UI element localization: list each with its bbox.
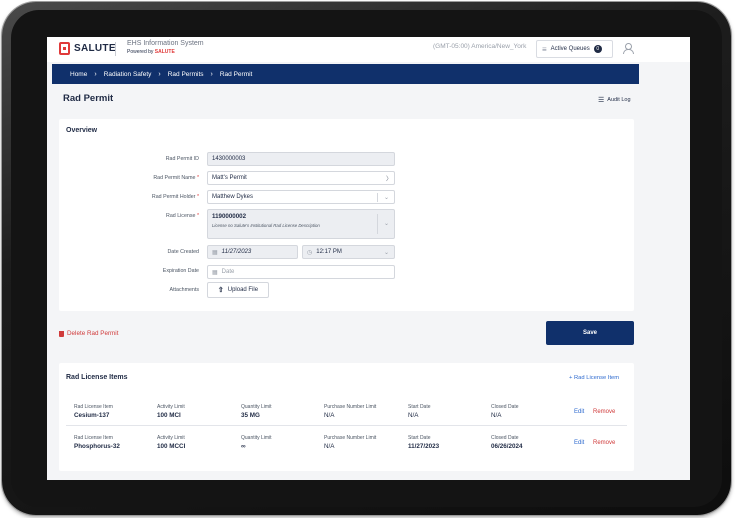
chevron-right-icon: ›: [158, 70, 161, 78]
license-items-title: Rad License Items: [66, 374, 128, 381]
overview-card: Overview Rad Permit ID 1430000003 Rad Pe…: [59, 119, 634, 311]
delete-permit-button[interactable]: Delete Rad Permit: [59, 330, 118, 337]
powered-brand: SALUTE: [154, 49, 175, 55]
calendar-icon: ▦: [212, 249, 218, 256]
chevron-down-icon: ⌄: [383, 195, 389, 201]
logo-text: SALUTE: [74, 43, 116, 54]
edit-item-button[interactable]: Edit: [574, 409, 584, 415]
license-items-card: Rad License Items + Rad License Item Rad…: [59, 363, 634, 471]
upload-icon: ⇧: [217, 287, 224, 294]
table-row: Rad License Item Cesium-137 Activity Limi…: [66, 396, 627, 426]
logo-divider: [115, 42, 116, 56]
edit-item-button[interactable]: Edit: [574, 440, 584, 446]
remove-item-button[interactable]: Remove: [593, 409, 615, 415]
chevron-down-icon: ⌄: [383, 250, 389, 256]
page-title: Rad Permit: [63, 93, 114, 104]
attachments-label: Attachments: [169, 287, 199, 293]
overview-title: Overview: [66, 127, 98, 134]
permit-id-label: Rad Permit ID: [165, 156, 199, 162]
chevron-right-icon: ›: [94, 70, 97, 78]
permit-name-label: Rad Permit Name *: [153, 175, 199, 181]
breadcrumb-rad-permits[interactable]: Rad Permits: [168, 71, 204, 78]
active-queues-count-badge: 0: [593, 45, 602, 53]
add-license-item-button[interactable]: + Rad License Item: [569, 375, 619, 381]
expiration-date-label: Expiration Date: [162, 268, 199, 274]
breadcrumb-rad-permit: Rad Permit: [219, 70, 253, 78]
breadcrumb-radiation-safety[interactable]: Radiation Safety: [104, 71, 152, 78]
app-screen: SALUTE EHS Information System Powered by…: [47, 37, 690, 480]
date-created-field: ▦ 11/27/2023: [207, 245, 298, 259]
license-select[interactable]: 1190000002 License no Salute's Instituti…: [207, 209, 395, 239]
expiration-date-input[interactable]: ▦ Date: [207, 265, 395, 279]
active-queues-label: Active Queues: [550, 46, 590, 52]
calendar-icon: ▦: [212, 269, 218, 276]
date-created-label: Date Created: [167, 249, 199, 255]
breadcrumb-home[interactable]: Home: [70, 71, 87, 78]
system-title: EHS Information System: [127, 40, 204, 47]
license-description: License no Salute's Institutional Rad Li…: [212, 223, 320, 228]
powered-by: Powered by SALUTE: [127, 49, 175, 55]
clock-icon: ◷: [307, 249, 313, 256]
permit-name-input[interactable]: Matt's Permit 〉: [207, 171, 395, 185]
salute-logo-icon: [59, 42, 70, 55]
permit-holder-select[interactable]: Matthew Dykes ⌄: [207, 190, 395, 204]
top-header: SALUTE EHS Information System Powered by…: [47, 37, 690, 62]
audit-log-button[interactable]: ☰ Audit Log: [598, 96, 631, 104]
time-created-field: ◷ 12:17 PM ⌄: [302, 245, 395, 259]
upload-file-button[interactable]: ⇧ Upload File: [207, 282, 269, 298]
queue-list-icon: ≡: [542, 44, 547, 54]
timezone-label[interactable]: (GMT-05:00) America/New_York: [433, 43, 526, 50]
trash-icon: [59, 330, 64, 337]
salute-logo[interactable]: SALUTE: [59, 42, 116, 55]
active-queues-button[interactable]: ≡ Active Queues 0: [536, 40, 613, 58]
audit-log-label: Audit Log: [607, 97, 631, 103]
license-label: Rad License *: [166, 213, 199, 219]
list-icon: ☰: [598, 97, 605, 104]
license-number: 1190000002: [212, 213, 247, 220]
text-cursor-icon: 〉: [385, 177, 392, 183]
permit-holder-label: Rad Permit Holder *: [151, 194, 199, 200]
save-button[interactable]: Save: [546, 321, 634, 345]
permit-id-field: 1430000003: [207, 152, 395, 166]
user-profile-icon[interactable]: [623, 43, 634, 54]
chevron-down-icon: ⌄: [383, 221, 389, 227]
remove-item-button[interactable]: Remove: [593, 440, 615, 446]
chevron-right-icon: ›: [210, 70, 213, 78]
breadcrumb: Home › Radiation Safety › Rad Permits › …: [52, 64, 639, 84]
table-row: Rad License Item Phosphorus-32 Activity L…: [74, 435, 616, 450]
